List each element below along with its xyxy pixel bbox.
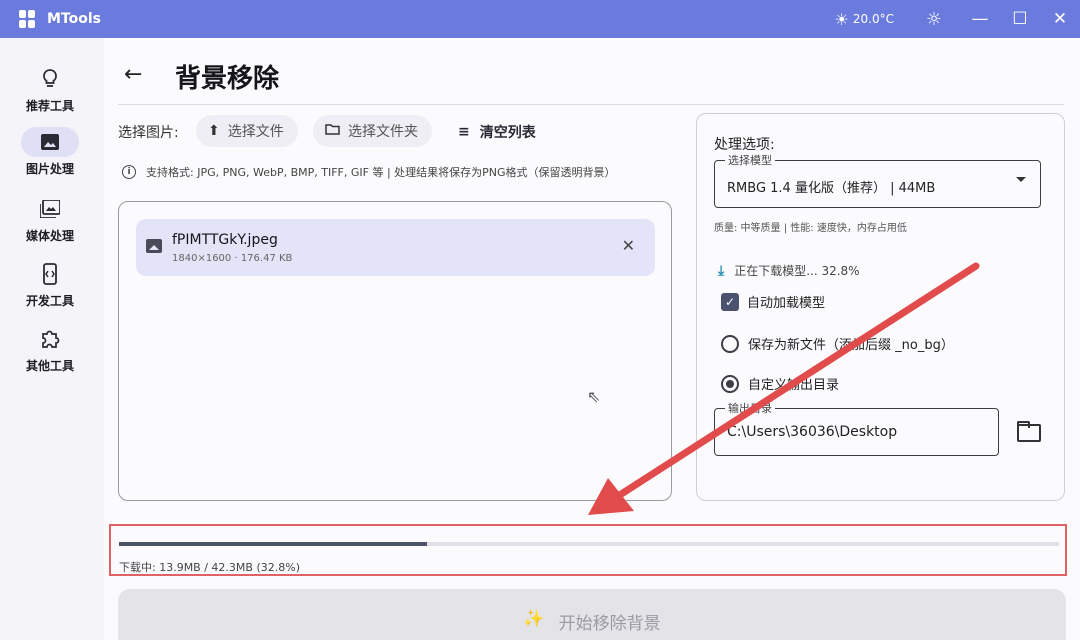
progress-track xyxy=(119,542,1059,546)
select-image-label: 选择图片: xyxy=(118,125,179,141)
chevron-down-icon xyxy=(1016,177,1026,182)
auto-load-checkbox[interactable]: ✓ 自动加载模型 xyxy=(721,292,825,311)
folder-icon xyxy=(325,123,340,139)
sidebar-item-label: 图片处理 xyxy=(25,162,74,176)
remove-file-icon[interactable]: ✕ xyxy=(622,236,635,255)
model-select[interactable]: 选择模型 RMBG 1.4 量化版（推荐） | 44MB xyxy=(714,152,1041,208)
download-icon: ⤓ xyxy=(718,262,725,279)
maximize-button[interactable]: ☐ xyxy=(1000,0,1040,38)
weather-widget[interactable]: ☀ 20.0°C xyxy=(835,10,894,29)
magic-wand-icon: ✨ xyxy=(523,609,545,629)
radio-checked-icon xyxy=(721,374,739,393)
mouse-cursor-icon: ⇖ xyxy=(587,387,601,406)
model-select-value: RMBG 1.4 量化版（推荐） | 44MB xyxy=(727,181,936,196)
auto-load-label: 自动加载模型 xyxy=(747,296,826,311)
options-title: 处理选项: xyxy=(714,137,775,153)
download-status-text: 正在下载模型... 32.8% xyxy=(734,264,860,278)
start-button-label: 开始移除背景 xyxy=(558,614,661,634)
sidebar-item-label: 开发工具 xyxy=(25,294,74,308)
sidebar-item-label: 其他工具 xyxy=(25,359,74,373)
download-status: ⤓ 正在下载模型... 32.8% xyxy=(718,262,860,279)
image-file-icon xyxy=(146,239,162,253)
header-divider xyxy=(118,104,1064,105)
app-logo-icon xyxy=(19,10,37,28)
save-new-label: 保存为新文件（添加后缀 _no_bg） xyxy=(748,338,954,353)
radio-unchecked-icon xyxy=(721,334,739,353)
app-title: MTools xyxy=(47,11,101,27)
sidebar-item-label: 媒体处理 xyxy=(25,229,74,243)
media-icon xyxy=(21,194,79,224)
list-item[interactable]: fPIMTTGkY.jpeg 1840×1600 · 176.47 KB ✕ xyxy=(136,219,655,276)
theme-toggle-icon[interactable]: ☼ xyxy=(914,0,954,38)
start-remove-background-button[interactable]: ✨ 开始移除背景 xyxy=(118,589,1066,640)
close-button[interactable]: ✕ xyxy=(1040,0,1080,38)
options-panel: 处理选项: 选择模型 RMBG 1.4 量化版（推荐） | 44MB 质量: 中… xyxy=(696,113,1065,501)
sidebar-item-other[interactable]: 其他工具 xyxy=(0,324,100,386)
sidebar-item-dev[interactable]: 开发工具 xyxy=(0,259,100,321)
puzzle-icon xyxy=(21,324,79,354)
sun-icon: ☀ xyxy=(834,9,849,29)
sidebar-item-label: 推荐工具 xyxy=(25,99,74,113)
output-dir-label: 输出目录 xyxy=(725,400,775,416)
code-icon xyxy=(21,259,79,289)
sidebar: 推荐工具 图片处理 媒体处理 开发工具 其他工具 xyxy=(0,38,104,640)
image-icon xyxy=(21,127,79,157)
select-file-button[interactable]: ⬆ 选择文件 xyxy=(196,115,298,147)
file-list[interactable]: fPIMTTGkY.jpeg 1840×1600 · 176.47 KB ✕ ⇖ xyxy=(118,201,672,501)
format-info-text: 支持格式: JPG, PNG, WebP, BMP, TIFF, GIF 等 |… xyxy=(146,166,616,179)
output-dir-field[interactable]: 输出目录 C:\Users\36036\Desktop xyxy=(714,400,999,456)
upload-icon: ⬆ xyxy=(208,123,220,139)
format-info: i 支持格式: JPG, PNG, WebP, BMP, TIFF, GIF 等… xyxy=(122,164,616,180)
back-arrow-icon[interactable]: ← xyxy=(124,62,142,87)
progress-text: 下载中: 13.9MB / 42.3MB (32.8%) xyxy=(119,561,300,574)
select-file-label: 选择文件 xyxy=(227,124,284,140)
progress-fill xyxy=(119,542,428,546)
output-dir-value: C:\Users\36036\Desktop xyxy=(727,424,898,440)
checkbox-checked-icon: ✓ xyxy=(721,292,739,311)
sidebar-item-media[interactable]: 媒体处理 xyxy=(0,194,100,256)
info-icon: i xyxy=(122,165,136,179)
clear-list-button[interactable]: ≡ 清空列表 xyxy=(458,122,536,142)
title-bar: MTools ☀ 20.0°C ☼ — ☐ ✕ xyxy=(0,0,1080,38)
download-progress: 下载中: 13.9MB / 42.3MB (32.8%) xyxy=(109,524,1067,576)
page-title: 背景移除 xyxy=(175,64,280,94)
custom-output-label: 自定义输出目录 xyxy=(748,378,840,393)
file-meta: 1840×1600 · 176.47 KB xyxy=(172,253,293,264)
sidebar-item-image[interactable]: 图片处理 xyxy=(0,127,100,189)
clear-list-icon: ≡ xyxy=(458,124,470,140)
temperature-text: 20.0°C xyxy=(852,12,894,26)
lightbulb-icon xyxy=(21,64,79,94)
custom-output-radio[interactable]: 自定义输出目录 xyxy=(721,374,839,393)
select-folder-button[interactable]: 选择文件夹 xyxy=(313,115,432,147)
browse-folder-icon[interactable] xyxy=(1015,420,1041,442)
model-select-label: 选择模型 xyxy=(725,152,775,168)
sidebar-item-recommended[interactable]: 推荐工具 xyxy=(0,64,100,126)
save-new-radio[interactable]: 保存为新文件（添加后缀 _no_bg） xyxy=(721,334,954,353)
model-hint: 质量: 中等质量 | 性能: 速度快，内存占用低 xyxy=(714,223,907,234)
clear-list-label: 清空列表 xyxy=(479,125,536,141)
select-folder-label: 选择文件夹 xyxy=(348,124,418,140)
minimize-button[interactable]: — xyxy=(960,0,1000,38)
file-name: fPIMTTGkY.jpeg xyxy=(172,232,278,248)
